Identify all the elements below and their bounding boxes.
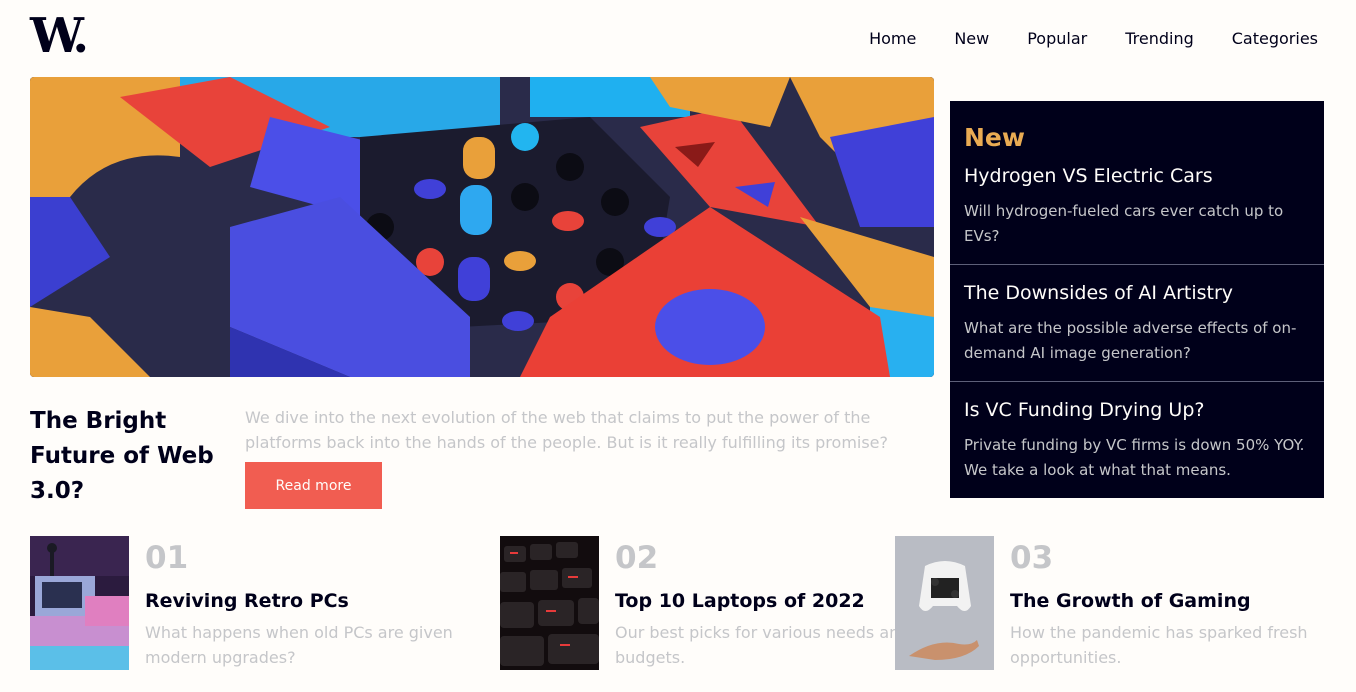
divider [950,381,1324,382]
new-item-title[interactable]: Is VC Funding Drying Up? [964,397,1310,423]
new-item-vc-funding[interactable]: Is VC Funding Drying Up? Private funding… [950,397,1324,483]
new-item-hydrogen[interactable]: Hydrogen VS Electric Cars Will hydrogen-… [950,163,1324,249]
hero-image [30,77,934,377]
card-title[interactable]: The Growth of Gaming [1010,590,1251,612]
card-desc: How the pandemic has sparked fresh oppor… [1010,623,1308,667]
nav-home[interactable]: Home [869,28,916,50]
new-item-desc: What are the possible adverse effects of… [964,319,1297,362]
nav-trending[interactable]: Trending [1125,28,1194,50]
card-desc: What happens when old PCs are given mode… [145,623,453,667]
new-item-title[interactable]: Hydrogen VS Electric Cars [964,163,1310,189]
new-item-desc: Private funding by VC firms is down 50% … [964,436,1305,479]
new-item-desc: Will hydrogen-fueled cars ever catch up … [964,202,1284,245]
retro-pc-thumbnail[interactable] [30,536,129,670]
nav-categories[interactable]: Categories [1232,28,1318,50]
card-number: 03 [1010,540,1054,576]
laptop-keyboard-thumbnail[interactable] [500,536,599,670]
read-more-button[interactable]: Read more [245,462,382,509]
new-articles-panel: New Hydrogen VS Electric Cars Will hydro… [950,101,1324,498]
site-logo[interactable]: W. [30,10,89,62]
nav-popular[interactable]: Popular [1027,28,1087,50]
card-title[interactable]: Top 10 Laptops of 2022 [615,590,865,612]
main-nav: Home New Popular Trending Categories [831,28,1318,50]
hero-title[interactable]: The Bright Future of Web 3.0? [30,404,220,509]
nav-new[interactable]: New [954,28,989,50]
new-heading: New [964,123,1025,152]
card-number: 02 [615,540,659,576]
divider [950,264,1324,265]
card-number: 01 [145,540,189,576]
new-item-title[interactable]: The Downsides of AI Artistry [964,280,1310,306]
gaming-controller-thumbnail[interactable] [895,536,994,670]
new-item-ai-artistry[interactable]: The Downsides of AI Artistry What are th… [950,280,1324,366]
card-title[interactable]: Reviving Retro PCs [145,590,349,612]
hero-description: We dive into the next evolution of the w… [245,408,889,452]
